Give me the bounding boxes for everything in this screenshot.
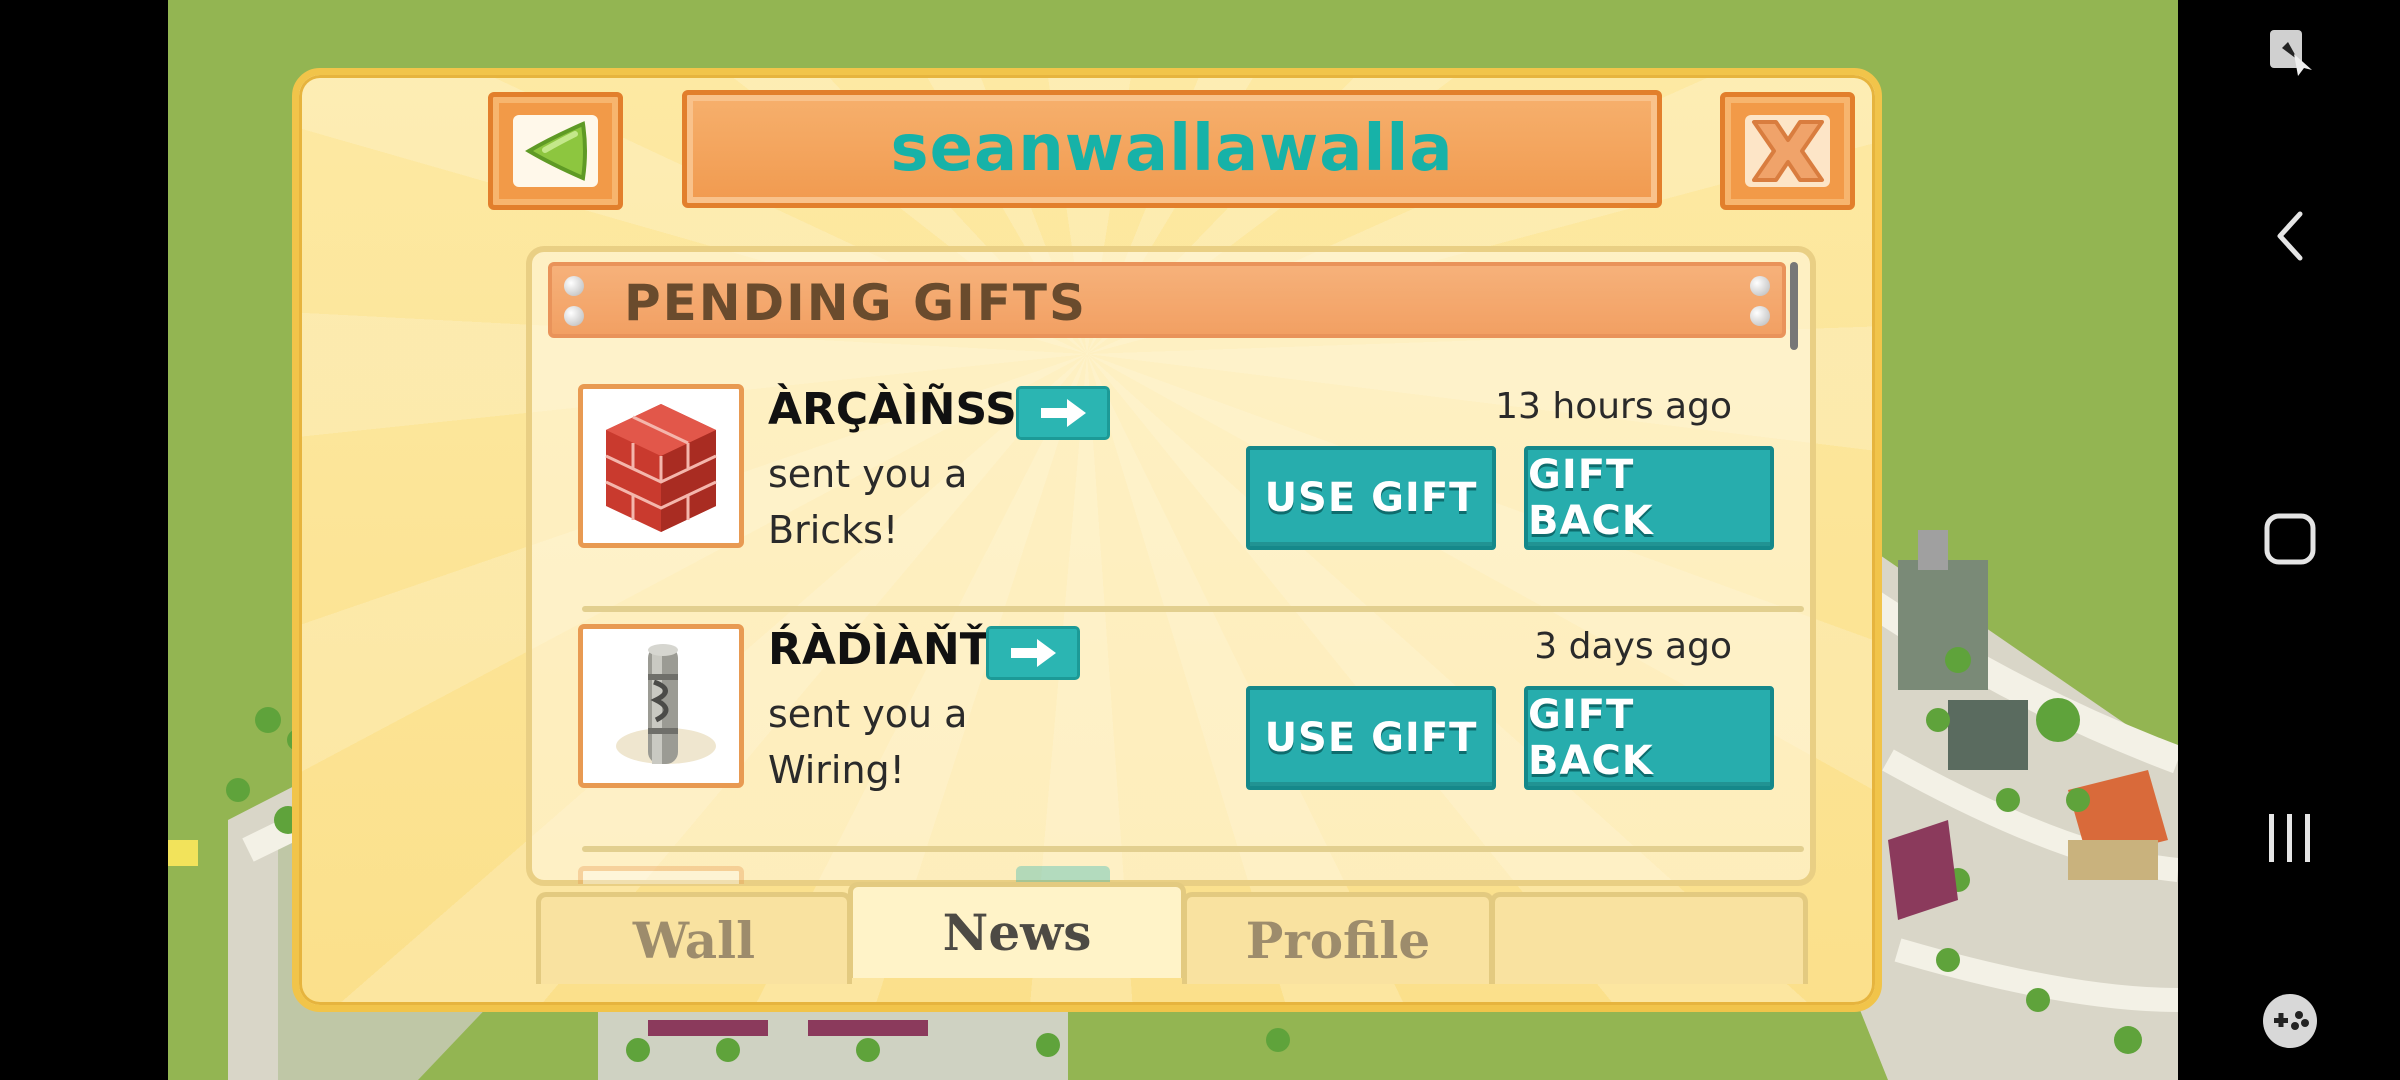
- wiring-icon: [616, 644, 716, 764]
- gift-thumbnail: [578, 624, 744, 788]
- tab-wall[interactable]: Wall: [536, 892, 852, 984]
- tab-news[interactable]: News: [848, 882, 1186, 978]
- row-divider: [582, 606, 1804, 612]
- gift-timestamp: 13 hours ago: [1495, 386, 1732, 427]
- use-gift-button[interactable]: USE GIFT: [1246, 446, 1496, 550]
- gift-message: sent you a Bricks!: [768, 446, 967, 558]
- right-arrow-icon: [1011, 639, 1056, 667]
- rivet-icon: [564, 276, 584, 296]
- tab-profile[interactable]: Profile: [1182, 892, 1494, 984]
- back-button[interactable]: [488, 92, 623, 210]
- player-name-title: seanwallawalla: [890, 112, 1454, 186]
- tab-empty[interactable]: [1490, 892, 1808, 984]
- screenshot-cursor-icon[interactable]: [2268, 28, 2312, 80]
- gift-message-item: Wiring!: [768, 748, 905, 792]
- scrollbar[interactable]: [1790, 262, 1798, 350]
- gift-message-line1: sent you a: [768, 692, 968, 736]
- gift-message: sent you a Wiring!: [768, 686, 967, 798]
- title-bar: seanwallawalla: [682, 90, 1662, 208]
- right-arrow-icon: [1041, 399, 1086, 427]
- gift-row: ÀRÇÀÌÑSS sent you a Bricks! 13 hours ago…: [560, 384, 1804, 624]
- rivet-icon: [1750, 306, 1770, 326]
- recents-icon[interactable]: [2265, 812, 2315, 864]
- sender-name[interactable]: ÀRÇÀÌÑSS: [768, 384, 1017, 435]
- gift-back-button[interactable]: GIFT BACK: [1524, 686, 1774, 790]
- gift-message-line1: sent you a: [768, 452, 968, 496]
- close-x-icon: [1751, 120, 1824, 182]
- gamepad-icon[interactable]: [2261, 992, 2319, 1050]
- rivet-icon: [1750, 276, 1770, 296]
- gift-row: ŔÀĎÌÀŇŤ sent you a Wiring! 3 days ago US…: [560, 624, 1804, 864]
- tab-bar: Wall News Profile: [536, 882, 1808, 984]
- back-arrow-icon: [524, 121, 587, 181]
- back-chevron-icon[interactable]: [2274, 210, 2306, 262]
- gift-message-item: Bricks!: [768, 508, 899, 552]
- visit-sender-button[interactable]: [986, 626, 1080, 680]
- use-gift-button[interactable]: USE GIFT: [1246, 686, 1496, 790]
- home-square-icon[interactable]: [2263, 512, 2317, 566]
- visit-sender-button[interactable]: [1016, 386, 1110, 440]
- gift-timestamp: 3 days ago: [1534, 626, 1732, 667]
- close-button[interactable]: [1720, 92, 1855, 210]
- left-black-margin: [0, 0, 168, 1080]
- section-title: PENDING GIFTS: [624, 274, 1087, 332]
- sender-name[interactable]: ŔÀĎÌÀŇŤ: [768, 624, 990, 675]
- row-divider: [582, 846, 1804, 852]
- gift-back-button[interactable]: GIFT BACK: [1524, 446, 1774, 550]
- gift-thumbnail: [578, 384, 744, 548]
- rivet-icon: [564, 306, 584, 326]
- bricks-icon: [605, 404, 717, 532]
- section-header: PENDING GIFTS: [548, 262, 1786, 338]
